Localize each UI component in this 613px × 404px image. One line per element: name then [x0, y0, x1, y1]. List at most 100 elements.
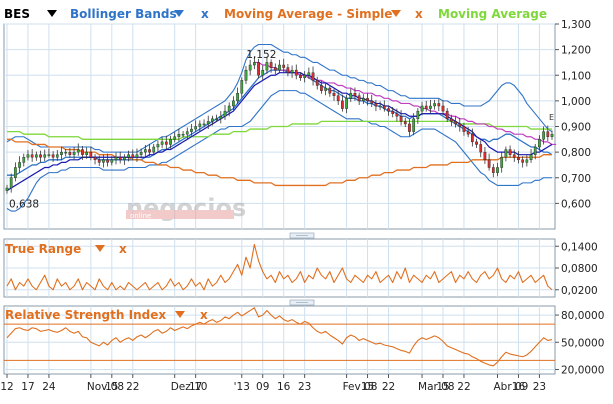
- candle-body: [190, 128, 193, 132]
- candle-body: [512, 154, 516, 158]
- candle-body: [533, 146, 537, 155]
- candle-body: [5, 187, 9, 191]
- candle-body: [483, 151, 487, 161]
- x-tick-label: 23: [298, 381, 311, 393]
- candle-body: [123, 157, 126, 161]
- candle-body: [139, 151, 143, 155]
- candle-body: [102, 159, 105, 163]
- candle-body: [429, 105, 432, 109]
- x-tick-label: 15: [105, 381, 118, 393]
- price-tick-label: 0,600: [561, 198, 591, 210]
- true-range-tick-label: 0,0200: [561, 285, 598, 297]
- candle-body: [378, 105, 382, 108]
- x-tick-label: 22: [382, 381, 395, 393]
- candle-body: [252, 62, 256, 66]
- rsi-remove-icon[interactable]: x: [200, 308, 208, 322]
- min-annotation: 0,638: [9, 199, 39, 211]
- candle-body: [160, 141, 164, 145]
- x-tick-label: 22: [126, 381, 139, 393]
- candle-body: [39, 154, 42, 158]
- candle-body: [345, 98, 348, 109]
- candle-body: [361, 98, 365, 102]
- price-tick-label: 1,300: [561, 19, 591, 31]
- candle-body: [269, 62, 273, 68]
- rsi-title[interactable]: Relative Strength Index: [5, 308, 166, 322]
- candle-body: [470, 133, 474, 143]
- x-tick-label: 09: [256, 381, 269, 393]
- x-tick-label: 15: [361, 381, 374, 393]
- candle-body: [55, 154, 59, 158]
- candle-body: [72, 151, 76, 155]
- candle-body: [420, 105, 424, 112]
- candle-body: [349, 92, 353, 99]
- candle-body: [164, 141, 168, 145]
- candle-body: [496, 167, 499, 173]
- candle-body: [387, 108, 390, 112]
- candle-body: [546, 131, 550, 137]
- negocios-logo: negocios online: [126, 194, 246, 222]
- candle-body: [374, 103, 378, 107]
- price-panel: 1,300 1,200 1,100 1,000 0,900 0,800 0,700 0,600…: [3, 19, 591, 230]
- candle-body: [244, 69, 248, 81]
- true-range-tick-label: 0,1400: [561, 241, 598, 253]
- candle-body: [206, 121, 210, 125]
- candle-body: [194, 126, 198, 130]
- price-tick-label: 1,100: [561, 70, 591, 82]
- candle-body: [248, 64, 252, 71]
- candle-body: [265, 62, 269, 71]
- true-range-tick-label: 0,0800: [561, 263, 598, 275]
- legend-bollinger[interactable]: Bollinger Bands: [70, 7, 177, 21]
- legend-ma[interactable]: Moving Average: [438, 7, 547, 21]
- candle-body: [424, 105, 428, 109]
- sma-remove-icon[interactable]: x: [415, 7, 423, 21]
- bollinger-remove-icon[interactable]: x: [201, 7, 209, 21]
- candle-body: [290, 69, 294, 73]
- candle-body: [366, 98, 369, 102]
- candle-body: [64, 151, 68, 154]
- candle-body: [299, 75, 302, 79]
- candle-body: [391, 110, 395, 114]
- candle-body: [454, 121, 457, 125]
- candle-body: [525, 159, 529, 163]
- legend-bar: BES Bollinger Bands x Moving Average - S…: [4, 7, 547, 21]
- candle-body: [303, 75, 307, 79]
- last-value-marker: E: [549, 113, 554, 122]
- resize-handle-bottom[interactable]: [289, 299, 315, 306]
- rsi-tick-label: 80,0000: [561, 310, 604, 322]
- candle-body: [22, 157, 26, 163]
- candle-body: [110, 159, 114, 163]
- true-range-remove-icon[interactable]: x: [119, 242, 127, 256]
- logo-sub-text: online: [130, 212, 151, 220]
- candle-body: [336, 95, 340, 102]
- legend-ticker[interactable]: BES: [4, 7, 30, 21]
- candle-body: [370, 100, 374, 104]
- candle-body: [97, 159, 101, 163]
- candle-body: [89, 151, 93, 158]
- candle-body: [307, 72, 311, 76]
- candle-body: [441, 105, 445, 112]
- candle-body: [286, 67, 290, 73]
- chart-svg: BES Bollinger Bands x Moving Average - S…: [0, 0, 613, 400]
- candle-body: [353, 92, 357, 96]
- resize-handle-top[interactable]: [289, 232, 315, 239]
- x-tick-label: 16: [512, 381, 526, 393]
- price-tick-label: 1,000: [561, 96, 591, 108]
- candle-body: [500, 157, 504, 168]
- legend-sma[interactable]: Moving Average - Simple: [224, 7, 392, 21]
- candle-body: [114, 157, 118, 161]
- candle-body: [181, 133, 185, 136]
- candle-body: [324, 87, 327, 91]
- candle-body: [466, 131, 470, 135]
- true-range-title[interactable]: True Range: [5, 242, 81, 256]
- candle-body: [30, 154, 34, 158]
- candle-body: [445, 110, 449, 120]
- x-tick-label: 24: [42, 381, 56, 393]
- candle-body: [43, 154, 47, 158]
- candle-body: [202, 123, 206, 126]
- rsi-tick-label: 50,0000: [561, 337, 604, 349]
- candle-body: [169, 139, 172, 145]
- x-tick-label: 16: [277, 381, 291, 393]
- candle-body: [118, 157, 122, 161]
- candle-body: [223, 110, 227, 117]
- candle-body: [211, 118, 214, 122]
